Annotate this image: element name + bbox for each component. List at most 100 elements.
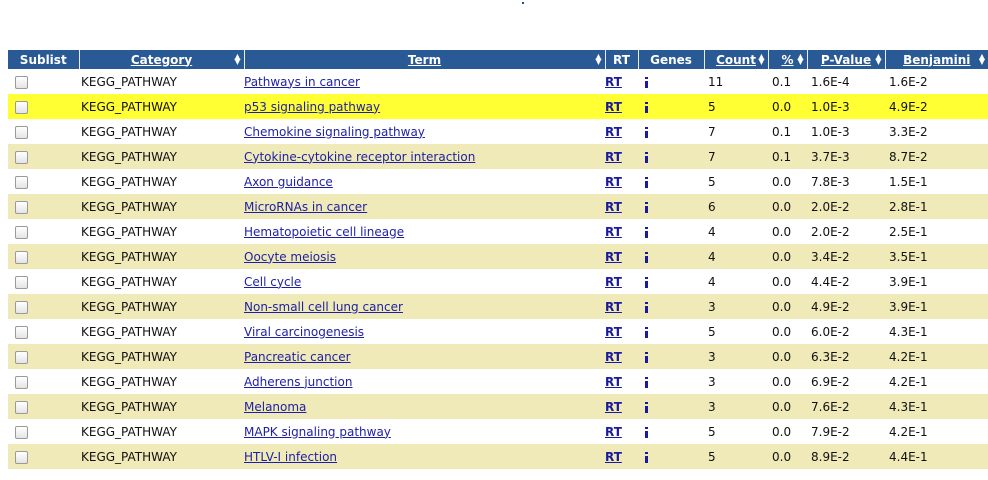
gene-list-icon[interactable] bbox=[645, 126, 648, 138]
table-row: KEGG_PATHWAY Adherens junction RT 3 0.0 … bbox=[8, 369, 988, 394]
pvalue-cell: 1.0E-3 bbox=[807, 94, 885, 119]
term-link[interactable]: p53 signaling pathway bbox=[244, 100, 380, 114]
row-checkbox[interactable] bbox=[15, 100, 28, 114]
rt-link[interactable]: RT bbox=[605, 75, 622, 89]
header-pvalue[interactable]: P-Value ▲ ▼ bbox=[807, 50, 886, 69]
category-cell: KEGG_PATHWAY bbox=[79, 294, 244, 319]
gene-list-icon[interactable] bbox=[645, 101, 648, 113]
rt-link[interactable]: RT bbox=[605, 250, 622, 264]
header-percent[interactable]: % ▲ ▼ bbox=[768, 50, 808, 69]
category-cell: KEGG_PATHWAY bbox=[81, 324, 177, 339]
row-checkbox[interactable] bbox=[15, 75, 28, 89]
term-link[interactable]: Chemokine signaling pathway bbox=[244, 125, 425, 139]
genes-cell bbox=[638, 94, 704, 119]
rt-link[interactable]: RT bbox=[605, 150, 622, 164]
term-cell: Cell cycle bbox=[244, 269, 605, 294]
header-term[interactable]: Term ▲ ▼ bbox=[244, 50, 606, 69]
row-checkbox[interactable] bbox=[15, 450, 28, 464]
gene-list-icon[interactable] bbox=[645, 201, 648, 213]
row-checkbox[interactable] bbox=[15, 350, 28, 364]
term-link[interactable]: MAPK signaling pathway bbox=[244, 425, 391, 439]
term-link[interactable]: Cell cycle bbox=[244, 275, 301, 289]
rt-link[interactable]: RT bbox=[605, 350, 622, 364]
gene-list-icon[interactable] bbox=[645, 351, 648, 363]
row-checkbox[interactable] bbox=[15, 325, 28, 339]
term-link[interactable]: Hematopoietic cell lineage bbox=[244, 225, 404, 239]
row-checkbox[interactable] bbox=[15, 425, 28, 439]
rt-link[interactable]: RT bbox=[605, 175, 622, 189]
row-checkbox[interactable] bbox=[15, 225, 28, 239]
term-cell: Chemokine signaling pathway bbox=[244, 119, 605, 144]
gene-list-icon[interactable] bbox=[645, 401, 648, 413]
genes-cell bbox=[638, 219, 704, 244]
header-category[interactable]: Category ▲ ▼ bbox=[79, 50, 245, 69]
genes-cell bbox=[638, 69, 704, 94]
term-link[interactable]: Adherens junction bbox=[244, 375, 352, 389]
rt-link[interactable]: RT bbox=[605, 200, 622, 214]
table-row: KEGG_PATHWAY Viral carcinogenesis RT 5 0… bbox=[8, 319, 988, 344]
term-link[interactable]: Pathways in cancer bbox=[244, 75, 360, 89]
term-link[interactable]: Axon guidance bbox=[244, 175, 333, 189]
term-cell: Hematopoietic cell lineage bbox=[244, 219, 605, 244]
sort-arrows-icon[interactable]: ▲ ▼ bbox=[234, 53, 240, 66]
gene-list-icon[interactable] bbox=[645, 276, 648, 288]
sublist-cell bbox=[8, 394, 79, 419]
row-checkbox[interactable] bbox=[15, 175, 28, 189]
sort-count-link[interactable]: Count bbox=[716, 53, 756, 67]
rt-link[interactable]: RT bbox=[605, 375, 622, 389]
term-link[interactable]: Cytokine-cytokine receptor interaction bbox=[244, 150, 475, 164]
genes-cell bbox=[638, 144, 704, 169]
sort-benjamini-link[interactable]: Benjamini bbox=[903, 53, 970, 67]
count-cell: 5 bbox=[708, 174, 716, 189]
gene-list-icon[interactable] bbox=[645, 301, 648, 313]
header-count[interactable]: Count ▲ ▼ bbox=[704, 50, 769, 69]
sort-term-link[interactable]: Term bbox=[408, 53, 441, 67]
count-cell: 3 bbox=[708, 374, 716, 389]
rt-link[interactable]: RT bbox=[605, 300, 622, 314]
sort-arrows-icon[interactable]: ▲ ▼ bbox=[758, 53, 764, 66]
term-link[interactable]: Melanoma bbox=[244, 400, 306, 414]
rt-link[interactable]: RT bbox=[605, 325, 622, 339]
gene-list-icon[interactable] bbox=[645, 151, 648, 163]
rt-link[interactable]: RT bbox=[605, 400, 622, 414]
rt-link[interactable]: RT bbox=[605, 225, 622, 239]
row-checkbox[interactable] bbox=[15, 400, 28, 414]
gene-list-icon[interactable] bbox=[645, 226, 648, 238]
gene-list-icon[interactable] bbox=[645, 376, 648, 388]
row-checkbox[interactable] bbox=[15, 125, 28, 139]
term-cell: Pancreatic cancer bbox=[244, 344, 605, 369]
sort-category-link[interactable]: Category bbox=[131, 53, 192, 67]
rt-link[interactable]: RT bbox=[605, 275, 622, 289]
gene-list-icon[interactable] bbox=[645, 76, 648, 88]
rt-link[interactable]: RT bbox=[605, 450, 622, 464]
term-link[interactable]: MicroRNAs in cancer bbox=[244, 200, 367, 214]
gene-list-icon[interactable] bbox=[645, 251, 648, 263]
sort-pvalue-link[interactable]: P-Value bbox=[821, 53, 871, 67]
row-checkbox[interactable] bbox=[15, 275, 28, 289]
rt-link[interactable]: RT bbox=[605, 125, 622, 139]
term-link[interactable]: Viral carcinogenesis bbox=[244, 325, 364, 339]
sort-percent-link[interactable]: % bbox=[781, 53, 793, 67]
gene-list-icon[interactable] bbox=[645, 176, 648, 188]
sort-arrows-icon[interactable]: ▲ ▼ bbox=[797, 53, 803, 66]
header-benjamini[interactable]: Benjamini ▲ ▼ bbox=[885, 50, 988, 69]
sort-arrows-icon[interactable]: ▲ ▼ bbox=[595, 53, 601, 66]
row-checkbox[interactable] bbox=[15, 300, 28, 314]
term-cell: MAPK signaling pathway bbox=[244, 419, 605, 444]
gene-list-icon[interactable] bbox=[645, 451, 648, 463]
row-checkbox[interactable] bbox=[15, 250, 28, 264]
row-checkbox[interactable] bbox=[15, 150, 28, 164]
row-checkbox[interactable] bbox=[15, 375, 28, 389]
row-checkbox[interactable] bbox=[15, 200, 28, 214]
term-link[interactable]: HTLV-I infection bbox=[244, 450, 337, 464]
sort-arrows-icon[interactable]: ▲ ▼ bbox=[979, 53, 985, 66]
term-link[interactable]: Pancreatic cancer bbox=[244, 350, 351, 364]
term-link[interactable]: Oocyte meiosis bbox=[244, 250, 336, 264]
sublist-cell bbox=[8, 319, 79, 344]
term-link[interactable]: Non-small cell lung cancer bbox=[244, 300, 403, 314]
gene-list-icon[interactable] bbox=[645, 426, 648, 438]
gene-list-icon[interactable] bbox=[645, 326, 648, 338]
sort-arrows-icon[interactable]: ▲ ▼ bbox=[875, 53, 881, 66]
rt-link[interactable]: RT bbox=[605, 425, 622, 439]
rt-link[interactable]: RT bbox=[605, 100, 622, 114]
